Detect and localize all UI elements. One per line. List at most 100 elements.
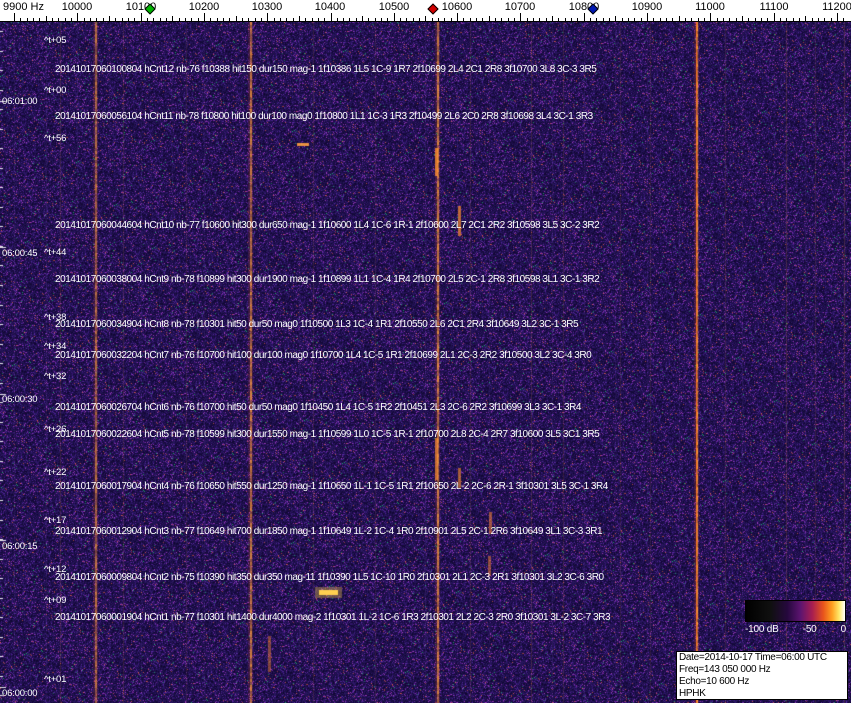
ruler-tick <box>786 18 787 21</box>
ruler-tick <box>362 16 363 21</box>
ruler-tick <box>166 18 167 21</box>
ruler-tick <box>660 18 661 21</box>
freq-label: 10500 <box>378 1 410 13</box>
time-label: 06:00:15 <box>2 541 38 552</box>
info-echo-line: Echo=10 600 Hz <box>679 676 750 687</box>
ruler-tick <box>634 18 635 21</box>
detection-line: 20141017060001904 hCnt1 nb-77 f10301 hit… <box>55 612 611 623</box>
freq-marker-red-icon <box>427 3 439 15</box>
ruler-tick <box>672 18 673 21</box>
ruler-tick <box>501 18 502 21</box>
ruler-tick <box>742 16 743 21</box>
colorbar-max-label: 0 <box>840 624 847 635</box>
ruler-tick <box>52 18 53 21</box>
ruler-tick <box>299 16 300 21</box>
ruler-tick <box>438 18 439 21</box>
ruler-tick <box>837 13 838 21</box>
ruler-tick <box>33 18 34 21</box>
ruler-tick <box>39 18 40 21</box>
ruler-tick <box>128 18 129 21</box>
ruler-tick <box>103 18 104 21</box>
colorbar-min-label: -100 dB <box>745 624 779 635</box>
ruler-tick <box>293 18 294 21</box>
ruler-tick <box>736 18 737 21</box>
ruler-tick <box>58 18 59 21</box>
ruler-tick <box>470 18 471 21</box>
detection-line: 20141017060032204 hCnt7 nb-76 f10700 hit… <box>55 350 592 361</box>
overlay-layer: 06:01:00 06:00:45 06:00:30 06:00:15 06:00:00… <box>0 0 851 703</box>
ruler-tick <box>603 18 604 21</box>
ruler-tick <box>356 18 357 21</box>
time-label: 06:00:45 <box>2 248 38 259</box>
ruler-tick <box>653 18 654 21</box>
ruler-tick <box>312 18 313 21</box>
ruler-tick <box>685 18 686 21</box>
ruler-tick <box>217 18 218 21</box>
ruler-tick <box>590 18 591 21</box>
ruler-tick <box>261 18 262 21</box>
ruler-tick <box>666 18 667 21</box>
detection-line: 20141017060017904 hCnt4 nb-76 f10650 hit… <box>55 481 608 492</box>
ruler-tick <box>191 18 192 21</box>
ruler-tick <box>615 16 616 21</box>
ruler-tick <box>647 13 648 21</box>
ruler-tick <box>577 18 578 21</box>
ruler-tick <box>495 18 496 21</box>
ruler-tick <box>571 18 572 21</box>
ruler-tick <box>691 18 692 21</box>
ruler-tick <box>153 18 154 21</box>
spectrogram-screen: 9900 Hz 10000 10100 10200 10300 10400 10500 106… <box>0 0 851 703</box>
detection-line: 20141017060038004 hCnt9 nb-78 f10899 hit… <box>55 274 600 285</box>
ruler-tick <box>255 18 256 21</box>
ruler-tick <box>229 18 230 21</box>
ruler-tick <box>96 18 97 21</box>
ruler-tick <box>546 18 547 21</box>
ruler-tick <box>14 13 15 21</box>
ruler-tick <box>210 18 211 21</box>
ruler-tick <box>425 16 426 21</box>
detection-line: 20141017060026704 hCnt6 nb-76 f10700 hit… <box>55 402 582 413</box>
ruler-tick <box>584 13 585 21</box>
ruler-tick <box>527 18 528 21</box>
ruler-tick <box>248 18 249 21</box>
ruler-tick <box>375 18 376 21</box>
ruler-tick <box>539 18 540 21</box>
ruler-tick <box>432 18 433 21</box>
ruler-tick <box>84 18 85 21</box>
ruler-tick <box>368 18 369 21</box>
colorbar: -100 dB -50 0 <box>745 600 846 635</box>
ruler-tick <box>793 18 794 21</box>
time-marker: ^t+09 <box>44 595 67 606</box>
ruler-tick <box>267 13 268 21</box>
colorbar-gradient <box>745 600 846 622</box>
ruler-tick <box>476 18 477 21</box>
detection-line: 20141017060100804 hCnt12 nb-76 f10388 hi… <box>55 64 597 75</box>
ruler-tick <box>406 18 407 21</box>
ruler-tick <box>109 16 110 21</box>
ruler-tick <box>394 13 395 21</box>
freq-label: 11100 <box>759 1 789 13</box>
ruler-tick <box>305 18 306 21</box>
ruler-tick <box>641 18 642 21</box>
ruler-tick <box>179 18 180 21</box>
time-marker: ^t+17 <box>44 515 67 526</box>
time-marker: ^t+22 <box>44 467 67 478</box>
ruler-tick <box>46 16 47 21</box>
ruler-tick <box>400 18 401 21</box>
ruler-tick <box>413 18 414 21</box>
ruler-tick <box>622 18 623 21</box>
colorbar-mid-label: -50 <box>802 624 817 635</box>
ruler-tick <box>236 16 237 21</box>
time-marker: ^t+44 <box>44 247 67 258</box>
ruler-tick <box>824 18 825 21</box>
ruler-tick <box>122 18 123 21</box>
ruler-tick <box>698 18 699 21</box>
ruler-tick <box>508 18 509 21</box>
freq-label: 11200 <box>822 1 851 13</box>
ruler-tick <box>463 18 464 21</box>
ruler-tick <box>349 18 350 21</box>
ruler-tick <box>514 18 515 21</box>
ruler-tick <box>710 13 711 21</box>
ruler-tick <box>134 18 135 21</box>
detection-line: 20141017060056104 hCnt11 nb-78 f10800 hi… <box>55 111 593 122</box>
